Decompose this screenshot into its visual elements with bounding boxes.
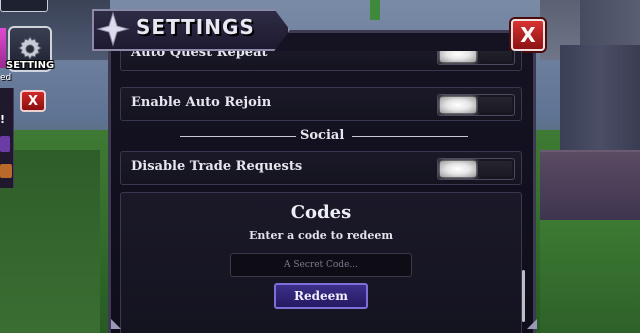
codes-title: Codes — [290, 202, 352, 223]
toggle-disable-trade-requests[interactable] — [437, 158, 515, 180]
hud-close-button[interactable]: X — [20, 90, 46, 112]
toggle-track — [478, 161, 512, 177]
hud-side-text: ed — [0, 73, 12, 83]
codes-section: Codes Enter a code to redeem Redeem — [120, 192, 522, 333]
hud-setting-label: SETTING — [6, 60, 55, 71]
setting-row-disable-trade-requests: Disable Trade Requests — [120, 151, 522, 185]
codes-subtitle: Enter a code to redeem — [249, 229, 393, 242]
toggle-track — [478, 97, 512, 113]
section-header-social: Social — [0, 127, 640, 145]
setting-label: Enable Auto Rejoin — [131, 95, 272, 110]
hud-side-excl: ! — [0, 113, 6, 126]
close-button[interactable]: X — [511, 19, 545, 51]
scrollbar[interactable] — [522, 270, 525, 322]
setting-label: Disable Trade Requests — [131, 159, 303, 174]
toggle-enable-auto-rejoin[interactable] — [437, 94, 515, 116]
corner-ornament-icon — [111, 319, 121, 329]
hud-top-bar — [0, 0, 48, 12]
toggle-auto-quest-repeat[interactable] — [437, 51, 515, 65]
toggle-track — [478, 51, 512, 62]
code-input[interactable] — [230, 253, 412, 277]
star-icon — [96, 11, 130, 47]
background-slope-left — [0, 150, 100, 333]
background-pole — [370, 0, 380, 20]
section-title: Social — [300, 128, 345, 143]
divider — [352, 136, 468, 137]
toggle-knob — [440, 161, 476, 177]
redeem-button[interactable]: Redeem — [274, 283, 368, 309]
toggle-knob — [440, 51, 476, 62]
setting-row-auto-quest-repeat: Auto Quest Repeat — [120, 51, 522, 71]
setting-label: Auto Quest Repeat — [131, 51, 268, 60]
setting-row-enable-auto-rejoin: Enable Auto Rejoin — [120, 87, 522, 121]
background-pillar-base — [540, 150, 640, 220]
corner-ornament-icon — [527, 319, 537, 329]
divider — [180, 136, 296, 137]
page-title: SETTINGS — [136, 15, 255, 39]
hud-side-bar-orange[interactable] — [0, 164, 12, 178]
background-slope-right — [540, 220, 640, 333]
toggle-knob — [440, 97, 476, 113]
